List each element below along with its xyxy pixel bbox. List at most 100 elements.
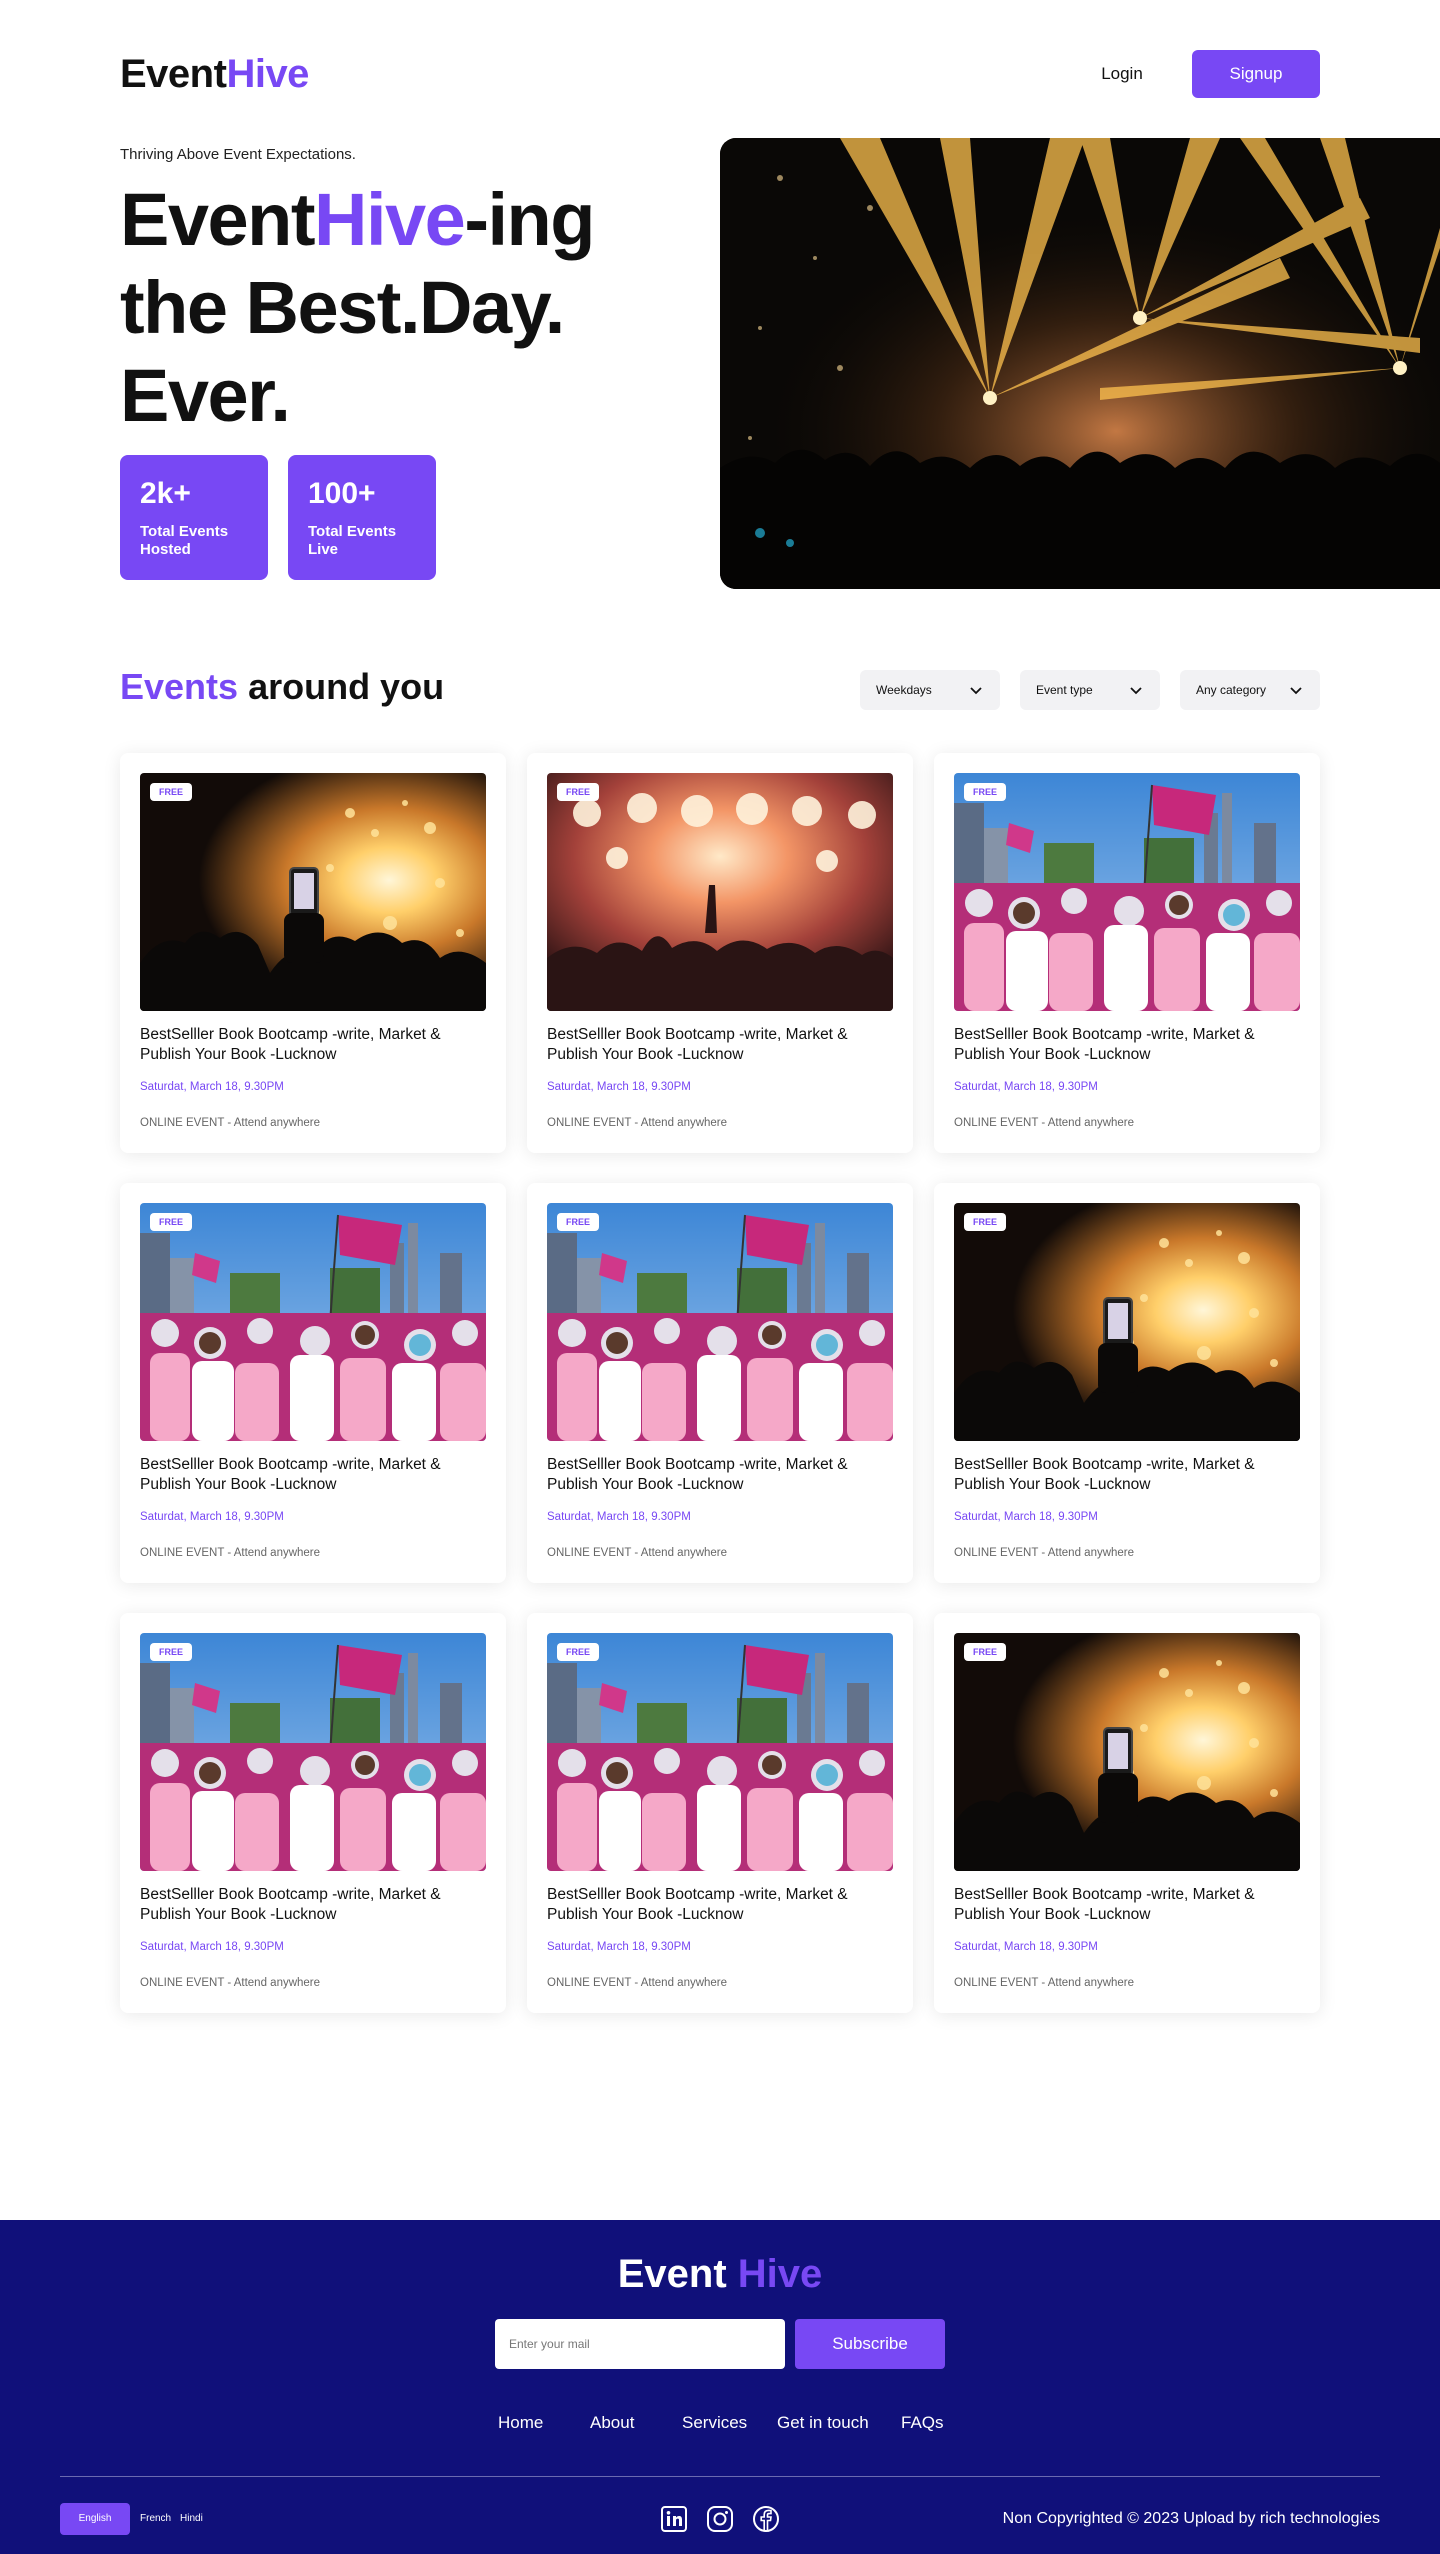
free-badge: FREE <box>964 783 1007 801</box>
footer-link-about[interactable]: About <box>590 2413 634 2433</box>
copyright-text: Non Copyrighted © 2023 Upload by rich te… <box>1002 2510 1380 2527</box>
free-badge: FREE <box>557 1643 600 1661</box>
free-badge: FREE <box>150 783 193 801</box>
stat-card-live: 100+ Total Events Live <box>288 455 436 580</box>
free-badge: FREE <box>557 783 600 801</box>
logo-text-hive: Hive <box>226 52 309 96</box>
footer-divider <box>60 2476 1380 2477</box>
footer-logo[interactable]: Event Hive <box>0 2252 1440 2297</box>
pink-flag-crowd-image <box>954 773 1300 1011</box>
filter-weekdays[interactable]: Weekdays <box>860 670 1000 710</box>
footer-link-faqs[interactable]: FAQs <box>901 2413 944 2433</box>
filter-label: Event type <box>1036 683 1093 697</box>
event-location: ONLINE EVENT - Attend anywhere <box>140 1547 321 1559</box>
event-card[interactable]: FREE BestSelller Book Bootcamp -write, M… <box>527 1183 913 1583</box>
free-badge: FREE <box>150 1643 193 1661</box>
event-date: Saturdat, March 18, 9.30PM <box>140 1081 284 1093</box>
event-location: ONLINE EVENT - Attend anywhere <box>140 1117 321 1129</box>
event-title: BestSelller Book Bootcamp -write, Market… <box>140 1026 441 1063</box>
event-image: FREE <box>140 1633 486 1871</box>
language-english[interactable]: English <box>60 2503 130 2535</box>
event-date: Saturdat, March 18, 9.30PM <box>140 1941 284 1953</box>
fireworks-phone-image <box>140 773 486 1011</box>
event-date: Saturdat, March 18, 9.30PM <box>954 1941 1098 1953</box>
event-image: FREE <box>547 1633 893 1871</box>
event-location: ONLINE EVENT - Attend anywhere <box>547 1547 728 1559</box>
event-card[interactable]: FREE BestSelller Book Bootcamp -write, M… <box>120 753 506 1153</box>
event-location: ONLINE EVENT - Attend anywhere <box>547 1977 728 1989</box>
hero-title: EventHive-ing the Best.Day. Ever. <box>120 176 680 440</box>
concert-lights-image <box>547 773 893 1011</box>
brand-logo[interactable]: EventHive <box>120 52 309 97</box>
footer-logo-event: Event <box>617 2252 727 2296</box>
event-date: Saturdat, March 18, 9.30PM <box>547 1511 691 1523</box>
events-section-title: Events around you <box>120 666 444 708</box>
site-footer: Event Hive Subscribe Home About Services… <box>0 2220 1440 2554</box>
hero-title-line3: Ever. <box>120 354 291 437</box>
event-card[interactable]: FREE BestSelller Book Bootcamp -write, M… <box>934 1613 1320 2013</box>
pink-flag-crowd-image <box>140 1203 486 1441</box>
event-location: ONLINE EVENT - Attend anywhere <box>954 1547 1135 1559</box>
footer-logo-hive: Hive <box>737 2252 823 2296</box>
hero-title-line2: the Best.Day. <box>120 266 565 349</box>
event-card[interactable]: FREE BestSelller Book Bootcamp -write, M… <box>527 1613 913 2013</box>
filter-label: Weekdays <box>876 683 932 697</box>
events-title-rest: around you <box>238 666 445 707</box>
event-image: FREE <box>954 773 1300 1011</box>
event-title: BestSelller Book Bootcamp -write, Market… <box>547 1026 848 1063</box>
logo-text-event: Event <box>120 52 227 96</box>
hero-concert-illustration <box>720 138 1440 589</box>
chevron-down-icon <box>1290 687 1302 695</box>
signup-button[interactable]: Signup <box>1192 50 1320 98</box>
language-french[interactable]: French <box>140 2503 171 2535</box>
event-card[interactable]: FREE BestSelller Book Bootcamp -write, M… <box>120 1613 506 2013</box>
event-image: FREE <box>547 773 893 1011</box>
event-title: BestSelller Book Bootcamp -write, Market… <box>954 1026 1255 1063</box>
event-title: BestSelller Book Bootcamp -write, Market… <box>954 1886 1255 1923</box>
login-button[interactable]: Login <box>1090 50 1154 98</box>
subscribe-button[interactable]: Subscribe <box>795 2319 945 2369</box>
footer-link-services[interactable]: Services <box>682 2413 747 2433</box>
footer-link-home[interactable]: Home <box>498 2413 543 2433</box>
event-location: ONLINE EVENT - Attend anywhere <box>140 1977 321 1989</box>
footer-link-get-in-touch[interactable]: Get in touch <box>777 2413 869 2433</box>
hero-title-part1: Event <box>120 178 316 261</box>
event-title: BestSelller Book Bootcamp -write, Market… <box>140 1456 441 1493</box>
event-image: FREE <box>547 1203 893 1441</box>
event-date: Saturdat, March 18, 9.30PM <box>547 1081 691 1093</box>
free-badge: FREE <box>557 1213 600 1231</box>
linkedin-icon[interactable] <box>660 2505 688 2533</box>
event-date: Saturdat, March 18, 9.30PM <box>954 1081 1098 1093</box>
fireworks-phone-image <box>954 1633 1300 1871</box>
fireworks-phone-image <box>954 1203 1300 1441</box>
hero-title-accent: Hive <box>314 178 466 261</box>
stat-label: Total Events Live <box>308 523 397 558</box>
facebook-icon[interactable] <box>752 2505 780 2533</box>
event-date: Saturdat, March 18, 9.30PM <box>140 1511 284 1523</box>
pink-flag-crowd-image <box>140 1633 486 1871</box>
stat-card-hosted: 2k+ Total Events Hosted <box>120 455 268 580</box>
filter-category[interactable]: Any category <box>1180 670 1320 710</box>
event-title: BestSelller Book Bootcamp -write, Market… <box>140 1886 441 1923</box>
chevron-down-icon <box>970 687 982 695</box>
language-hindi[interactable]: Hindi <box>180 2503 203 2535</box>
event-image: FREE <box>140 773 486 1011</box>
free-badge: FREE <box>964 1643 1007 1661</box>
hero-title-part2: -ing <box>464 178 595 261</box>
event-card[interactable]: FREE BestSelller Book Bootcamp -write, M… <box>934 1183 1320 1583</box>
event-card[interactable]: FREE BestSelller Book Bootcamp -write, M… <box>934 753 1320 1153</box>
chevron-down-icon <box>1130 687 1142 695</box>
event-image: FREE <box>140 1203 486 1441</box>
filter-event-type[interactable]: Event type <box>1020 670 1160 710</box>
pink-flag-crowd-image <box>547 1633 893 1871</box>
instagram-icon[interactable] <box>706 2505 734 2533</box>
event-card[interactable]: FREE BestSelller Book Bootcamp -write, M… <box>527 753 913 1153</box>
event-date: Saturdat, March 18, 9.30PM <box>547 1941 691 1953</box>
stat-value: 100+ <box>308 477 376 510</box>
event-card[interactable]: FREE BestSelller Book Bootcamp -write, M… <box>120 1183 506 1583</box>
event-date: Saturdat, March 18, 9.30PM <box>954 1511 1098 1523</box>
hero-tagline: Thriving Above Event Expectations. <box>120 146 356 163</box>
event-title: BestSelller Book Bootcamp -write, Market… <box>547 1456 848 1493</box>
event-image: FREE <box>954 1203 1300 1441</box>
newsletter-email-input[interactable] <box>495 2319 785 2369</box>
